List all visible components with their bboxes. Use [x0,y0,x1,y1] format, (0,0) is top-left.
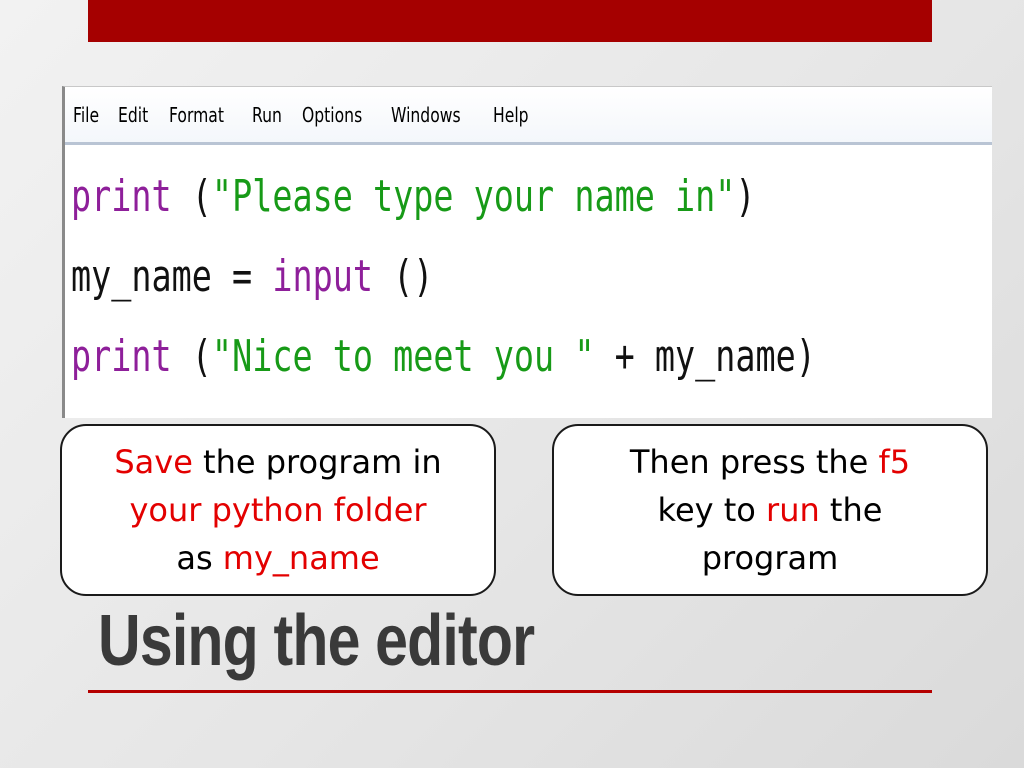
menu-edit[interactable]: Edit [118,103,148,127]
code-keyword: print [71,171,172,222]
highlight-filename: my_name [222,539,380,577]
code-line-2[interactable]: my_name = input () [71,237,771,317]
code-punct: ( [171,171,212,222]
slide-title: Using the editor [98,601,535,681]
code-area[interactable]: print ("Please type your name in") my_na… [65,145,992,397]
callout-text: the [819,491,883,529]
callout-text: key to [657,491,767,529]
menu-windows[interactable]: Windows [391,103,461,127]
title-underline [88,690,932,693]
code-line-1[interactable]: print ("Please type your name in") [71,157,771,237]
callout-run-text: Then press the f5 key to run the program [630,438,910,582]
code-punct: ) [735,171,756,222]
highlight-f5: f5 [878,443,911,481]
code-keyword: print [71,331,172,382]
highlight-folder: your python folder [129,491,427,529]
top-accent-bar [88,0,932,42]
code-line-3[interactable]: print ("Nice to meet you " + my_name) [71,317,816,397]
code-expression: + my_name) [594,331,816,382]
highlight-save: Save [114,443,193,481]
code-assignment: my_name = [71,251,273,302]
code-string: "Nice to meet you " [211,331,595,382]
menu-run[interactable]: Run [252,103,282,127]
code-keyword: input [272,251,373,302]
callout-text: as [176,539,223,577]
menu-bar: File Edit Format Run Options Windows Hel… [65,87,992,145]
callout-run-instructions: Then press the f5 key to run the program [552,424,988,596]
callout-text: program [701,539,839,577]
callout-save-instructions: Save the program in your python folder a… [60,424,496,596]
menu-file[interactable]: File [73,103,99,127]
menu-help[interactable]: Help [493,103,529,127]
idle-editor-window: File Edit Format Run Options Windows Hel… [62,86,992,418]
callout-text: Then press the [629,443,879,481]
menu-options[interactable]: Options [302,103,362,127]
menu-format[interactable]: Format [169,103,224,127]
highlight-run: run [766,491,820,529]
code-punct: ( [171,331,212,382]
callout-save-text: Save the program in your python folder a… [114,438,441,582]
code-punct: () [372,251,434,302]
code-string: "Please type your name in" [211,171,736,222]
callout-text: the program in [192,443,442,481]
